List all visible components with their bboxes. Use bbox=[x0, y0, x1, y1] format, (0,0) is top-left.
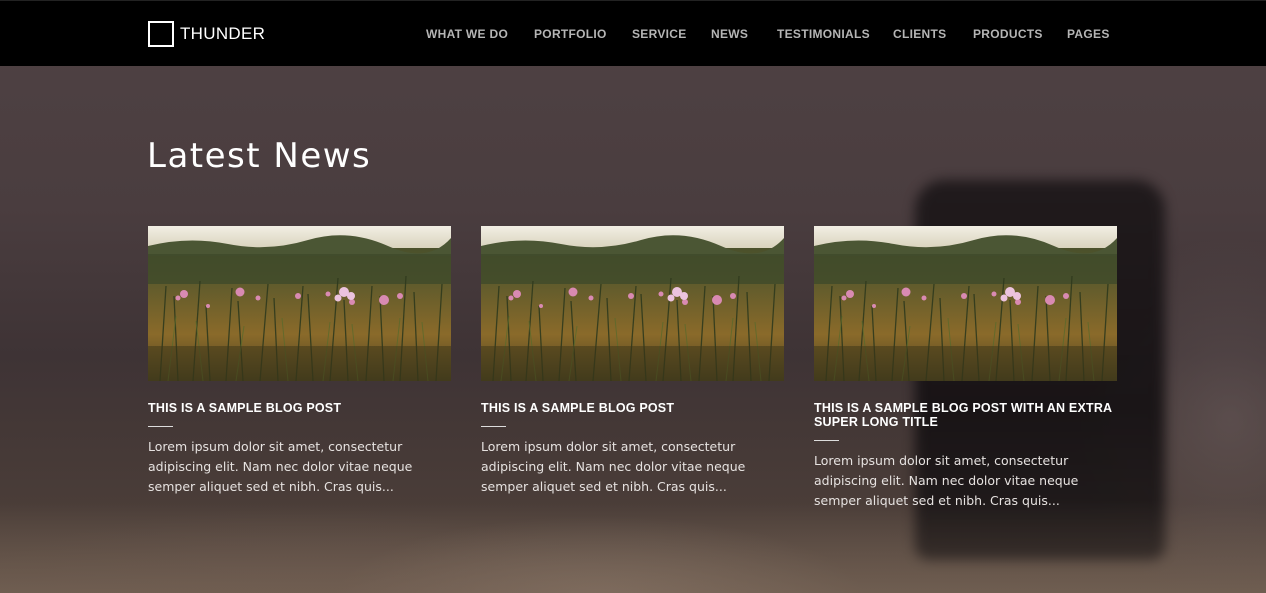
post-thumbnail-image[interactable] bbox=[481, 226, 784, 381]
news-card-1: THIS IS A SAMPLE BLOG POST Lorem ipsum d… bbox=[148, 226, 451, 497]
title-divider bbox=[148, 426, 173, 427]
news-card-2: THIS IS A SAMPLE BLOG POST Lorem ipsum d… bbox=[481, 226, 784, 497]
nav-testimonials[interactable]: TESTIMONIALS bbox=[777, 27, 870, 41]
logo-square-icon bbox=[148, 21, 174, 47]
post-excerpt: Lorem ipsum dolor sit amet, consectetur … bbox=[481, 439, 746, 494]
nav-portfolio[interactable]: PORTFOLIO bbox=[534, 27, 607, 41]
post-thumbnail-image[interactable] bbox=[814, 226, 1117, 381]
logo-link[interactable]: THUNDER bbox=[148, 21, 265, 47]
post-thumbnail-image[interactable] bbox=[148, 226, 451, 381]
title-divider bbox=[481, 426, 506, 427]
nav-pages[interactable]: PAGES bbox=[1067, 27, 1110, 41]
nav-clients[interactable]: CLIENTS bbox=[893, 27, 946, 41]
post-title[interactable]: THIS IS A SAMPLE BLOG POST bbox=[481, 401, 784, 415]
news-card-3: THIS IS A SAMPLE BLOG POST WITH AN EXTRA… bbox=[814, 226, 1117, 511]
nav-service[interactable]: SERVICE bbox=[632, 27, 687, 41]
background-glow bbox=[0, 500, 1266, 593]
nav-news[interactable]: NEWS bbox=[711, 27, 748, 41]
post-title[interactable]: THIS IS A SAMPLE BLOG POST bbox=[148, 401, 451, 415]
logo-text: THUNDER bbox=[180, 24, 266, 43]
section-title: Latest News bbox=[147, 136, 372, 176]
post-title[interactable]: THIS IS A SAMPLE BLOG POST WITH AN EXTRA… bbox=[814, 401, 1117, 429]
nav-products[interactable]: PRODUCTS bbox=[973, 27, 1043, 41]
nav-what-we-do[interactable]: WHAT WE DO bbox=[426, 27, 508, 41]
title-divider bbox=[814, 440, 839, 441]
post-excerpt: Lorem ipsum dolor sit amet, consectetur … bbox=[148, 439, 413, 494]
site-header: THUNDER WHAT WE DO PORTFOLIO SERVICE NEW… bbox=[0, 0, 1266, 66]
post-excerpt: Lorem ipsum dolor sit amet, consectetur … bbox=[814, 453, 1079, 508]
